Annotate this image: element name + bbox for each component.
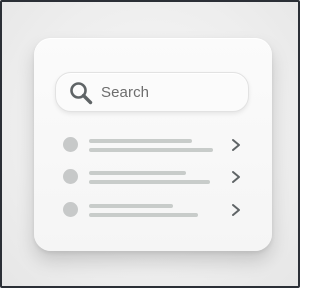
subtitle-placeholder-line <box>89 180 210 184</box>
list-item[interactable] <box>60 198 248 222</box>
subtitle-placeholder-line <box>89 148 213 152</box>
chevron-right-icon[interactable] <box>230 138 242 152</box>
search-icon <box>70 82 93 105</box>
avatar-placeholder <box>63 202 78 217</box>
chevron-right-icon[interactable] <box>230 170 242 184</box>
avatar-placeholder <box>63 169 78 184</box>
list-item[interactable] <box>60 133 248 157</box>
search-card: Search <box>34 38 272 251</box>
list-item[interactable] <box>60 165 248 189</box>
search-input[interactable]: Search <box>101 84 149 101</box>
title-placeholder-line <box>89 204 173 208</box>
avatar-placeholder <box>63 137 78 152</box>
search-bar[interactable]: Search <box>55 72 249 112</box>
chevron-right-icon[interactable] <box>230 203 242 217</box>
title-placeholder-line <box>89 171 186 175</box>
title-placeholder-line <box>89 139 192 143</box>
subtitle-placeholder-line <box>89 213 198 217</box>
app-frame: Search <box>0 0 300 288</box>
